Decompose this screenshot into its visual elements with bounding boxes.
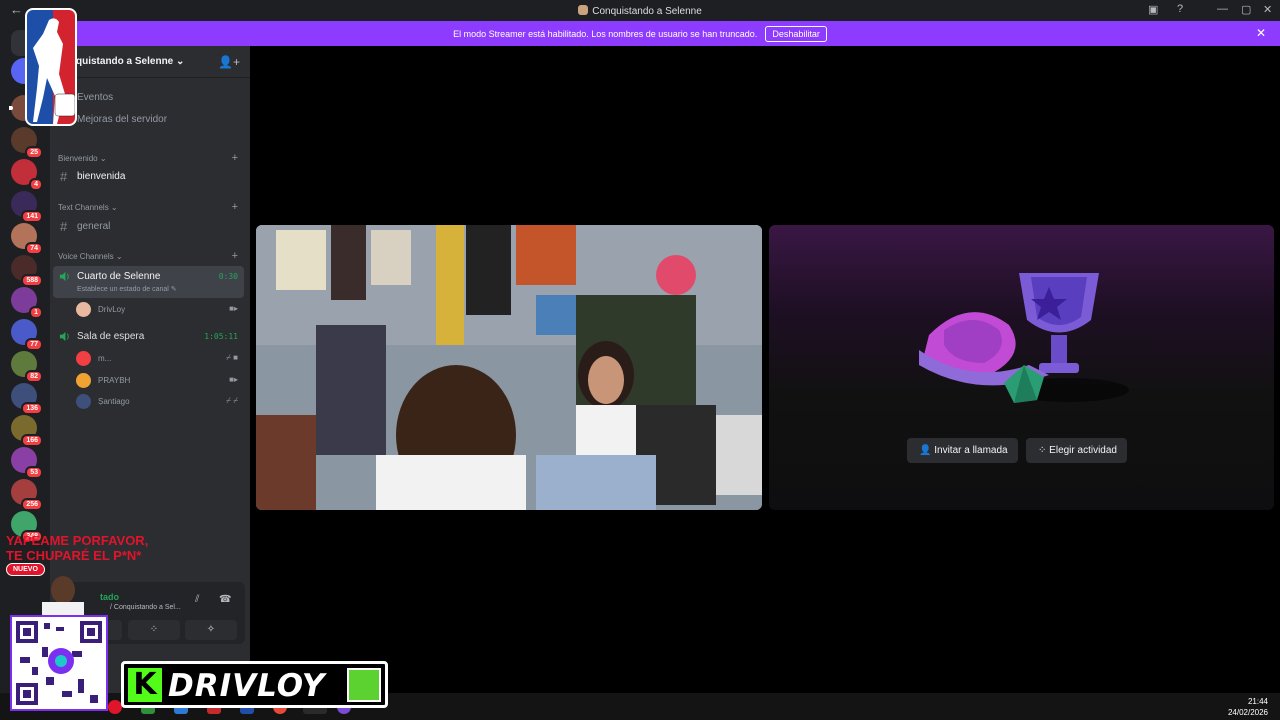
hash-icon: # <box>60 219 68 234</box>
disconnect-icon[interactable]: ☎ <box>219 594 231 605</box>
category-welcome[interactable]: Bienvenido ⌄ <box>58 154 107 163</box>
server-icon[interactable]: 141 <box>11 191 43 223</box>
add-user-icon: 👤 <box>919 445 935 456</box>
voice-channel-cuarto[interactable]: Cuarto de Selenne 0:30 Establece un esta… <box>53 266 244 298</box>
video-stream-tile[interactable] <box>256 225 762 510</box>
close-icon[interactable]: ✕ <box>1256 26 1266 40</box>
channel-bienvenida[interactable]: # bienvenida <box>54 167 244 187</box>
choose-activity-button[interactable]: ⁘ Elegir actividad <box>1026 438 1127 463</box>
title-bar: ← Conquistando a Selenne ▣ ? — ▢ ✕ <box>0 0 1280 21</box>
hash-icon: # <box>60 169 68 184</box>
server-icon[interactable]: 74 <box>11 223 43 255</box>
server-icon[interactable]: 166 <box>11 415 43 447</box>
taskbar-clock[interactable]: 21:44 24/02/2026 <box>1228 696 1268 718</box>
kick-streamer-banner: K DRIVLOY <box>121 661 388 708</box>
voice-user[interactable]: Ṣantiago ⌿ ⌿ <box>76 391 244 411</box>
category-voice-channels[interactable]: Voice Channels ⌄ <box>58 252 123 261</box>
server-header[interactable]: quistando a Selenne ⌄ 👤+ <box>50 46 250 78</box>
window-title: Conquistando a Selenne <box>0 5 1280 17</box>
channel-general[interactable]: # general <box>54 217 244 237</box>
server-icon[interactable]: 53 <box>11 447 43 479</box>
yape-qr-code <box>10 615 108 711</box>
voice-channel-sala[interactable]: Sala de espera 1:05:11 <box>53 326 244 348</box>
server-icon[interactable]: 4 <box>11 159 43 191</box>
camera-icon: ■▸ <box>229 375 238 384</box>
avatar <box>76 351 91 366</box>
banner-message: El modo Streamer está habilitado. Los no… <box>453 28 758 39</box>
streamer-mode-banner: El modo Streamer está habilitado. Los no… <box>0 21 1280 46</box>
speaker-icon <box>59 271 69 282</box>
avatar <box>76 302 91 317</box>
add-member-icon[interactable]: 👤+ <box>218 55 240 69</box>
server-icon[interactable]: 82 <box>11 351 43 383</box>
category-text-channels[interactable]: Text Channels ⌄ <box>58 203 118 212</box>
noise-suppression-icon[interactable]: ⫽ <box>195 594 199 605</box>
camera-icon: ■▸ <box>229 304 238 313</box>
avatar <box>76 373 91 388</box>
soundboard-button[interactable]: ✧ <box>185 620 237 640</box>
server-icon <box>578 5 589 15</box>
server-icon[interactable]: 25 <box>11 127 43 159</box>
server-icon[interactable]: 136 <box>11 383 43 415</box>
muted-camera-icon: ⌿ ■ <box>226 353 238 362</box>
driv-team-logo-art <box>27 10 75 124</box>
add-channel-icon[interactable]: + <box>232 201 238 213</box>
voice-user[interactable]: DrivLoy ■▸ <box>76 299 244 319</box>
voice-user[interactable]: PRAYBH ■▸ <box>76 370 244 390</box>
server-icon[interactable]: 1 <box>11 287 43 319</box>
donation-message: YAPEAME PORFAVOR, TE CHUPARÉ EL P*N* <box>6 533 149 563</box>
driv-team-logo <box>25 8 77 126</box>
streamer-name: DRIVLOY <box>168 668 326 704</box>
streamer-avatar <box>347 668 381 702</box>
voice-connected-label[interactable]: tado <box>100 592 119 602</box>
nav-server-boosts[interactable]: Mejoras del servidor <box>77 114 167 125</box>
channel-status[interactable]: Establece un estado de canal ✎ <box>77 285 177 293</box>
add-channel-icon[interactable]: + <box>232 152 238 164</box>
voice-user[interactable]: m... ⌿ ■ <box>76 348 244 368</box>
speaker-icon <box>59 331 69 342</box>
server-icon[interactable]: 77 <box>11 319 43 351</box>
nav-events[interactable]: Eventos <box>77 92 113 103</box>
disable-streamer-mode-button[interactable]: Deshabilitar <box>765 25 827 42</box>
minimize-icon[interactable]: — <box>1217 3 1228 15</box>
activity-grid-icon: ⁘ <box>1038 445 1050 456</box>
trophy-illustration <box>919 273 1129 403</box>
inbox-icon[interactable]: ▣ <box>1148 3 1158 16</box>
overlay-photo <box>28 572 98 617</box>
invite-to-call-button[interactable]: 👤 Invitar a llamada <box>907 438 1018 463</box>
taskbar-app-icon[interactable] <box>108 700 122 714</box>
server-name[interactable]: quistando a Selenne ⌄ <box>76 56 184 67</box>
help-icon[interactable]: ? <box>1177 3 1183 15</box>
add-channel-icon[interactable]: + <box>232 250 238 262</box>
server-icon[interactable]: 588 <box>11 255 43 287</box>
server-icon[interactable]: 256 <box>11 479 43 511</box>
kick-logo-icon: K <box>128 668 162 702</box>
maximize-icon[interactable]: ▢ <box>1241 3 1251 16</box>
activity-button[interactable]: ⁘ <box>128 620 180 640</box>
close-window-icon[interactable]: ✕ <box>1263 3 1272 16</box>
activity-panel <box>769 225 1274 510</box>
video-frame <box>256 225 762 510</box>
avatar <box>76 394 91 409</box>
voice-connected-channel[interactable]: / Conquistando a Sel... <box>110 604 181 611</box>
muted-deafened-icon: ⌿ ⌿ <box>226 396 238 405</box>
